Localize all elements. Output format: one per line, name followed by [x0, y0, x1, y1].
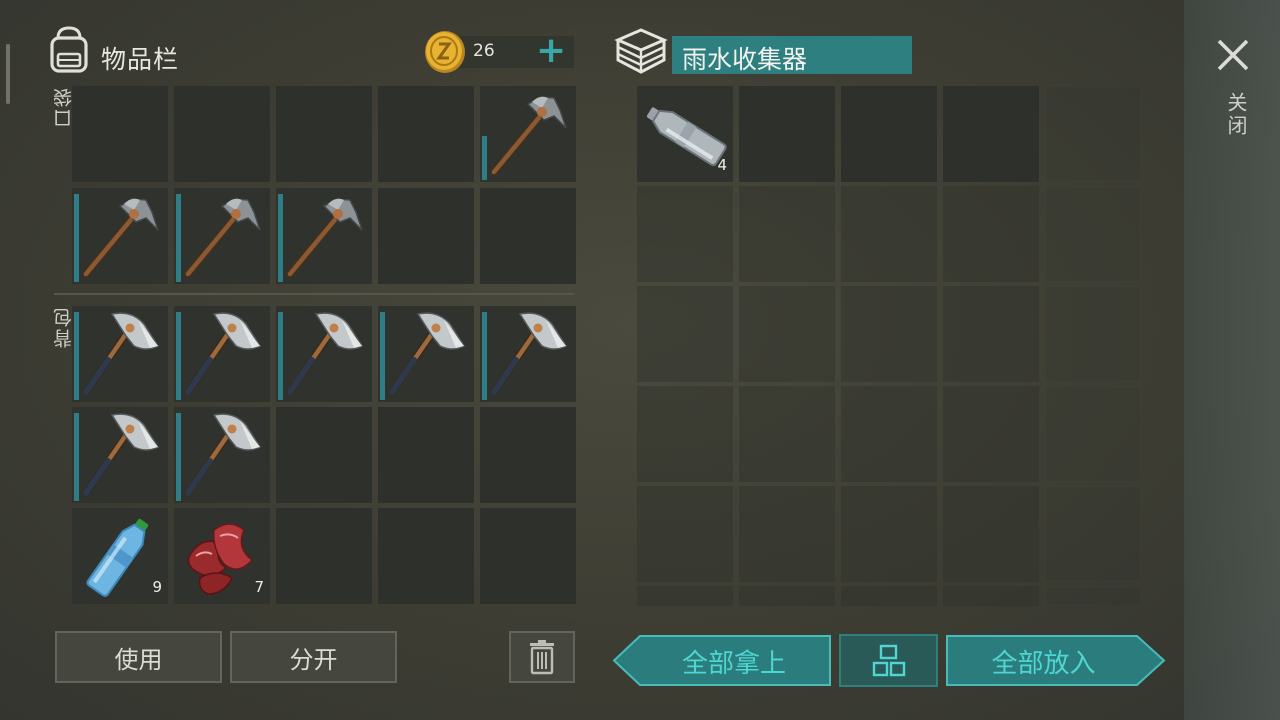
- durability-bar: [482, 136, 487, 180]
- split-button[interactable]: 分开: [230, 631, 397, 683]
- coin-balance: 26 +: [420, 28, 576, 74]
- durability-bar: [74, 194, 79, 282]
- container-title-bar: 雨水收集器: [672, 36, 912, 74]
- backpack-slot[interactable]: [378, 508, 474, 604]
- durability-bar: [176, 194, 181, 282]
- backpack-slot[interactable]: [174, 306, 270, 402]
- container-slot[interactable]: [1045, 86, 1141, 182]
- rain-collector-icon: [614, 26, 668, 76]
- durability-bar: [482, 312, 487, 400]
- durability-bar: [74, 413, 79, 501]
- backpack-slot[interactable]: [378, 306, 474, 402]
- backpack-slot[interactable]: [276, 508, 372, 604]
- backpack-slot[interactable]: 7: [174, 508, 270, 604]
- pocket-slot[interactable]: [72, 86, 168, 182]
- container-slot[interactable]: [1045, 586, 1141, 606]
- section-divider: [54, 293, 574, 295]
- durability-bar: [278, 194, 283, 282]
- container-slot[interactable]: [943, 486, 1039, 582]
- container-slot[interactable]: [943, 286, 1039, 382]
- pocket-slot[interactable]: [378, 86, 474, 182]
- close-button[interactable]: [1216, 38, 1250, 72]
- trash-icon: [530, 640, 554, 675]
- pocket-slot[interactable]: [174, 86, 270, 182]
- container-slot[interactable]: [1045, 286, 1141, 382]
- container-slot[interactable]: [943, 586, 1039, 606]
- use-button[interactable]: 使用: [55, 631, 222, 683]
- durability-bar: [278, 312, 283, 400]
- backpack-icon: [46, 24, 92, 74]
- container-slot[interactable]: [1045, 486, 1141, 582]
- inventory-title: 物品栏: [101, 45, 180, 74]
- pocket-slot[interactable]: [72, 188, 168, 284]
- container-slot[interactable]: [739, 86, 835, 182]
- backpack-slot[interactable]: [72, 407, 168, 503]
- container-slot[interactable]: [739, 586, 835, 606]
- close-label[interactable]: 关闭: [1222, 92, 1251, 138]
- close-icon: [1217, 39, 1249, 71]
- backpack-slot[interactable]: [480, 306, 576, 402]
- put-all-button[interactable]: 全部放入: [945, 634, 1166, 688]
- durability-bar: [176, 312, 181, 400]
- pocket-slot[interactable]: [276, 86, 372, 182]
- backpack-slot[interactable]: [174, 407, 270, 503]
- durability-bar: [176, 413, 181, 501]
- trash-button[interactable]: [509, 631, 575, 683]
- take-all-label: 全部拿上: [681, 648, 786, 679]
- take-all-button[interactable]: 全部拿上: [612, 634, 832, 688]
- container-slot[interactable]: [637, 386, 733, 482]
- container-slot[interactable]: [1045, 186, 1141, 282]
- pocket-slot[interactable]: [480, 86, 576, 182]
- container-slot[interactable]: [943, 186, 1039, 282]
- pocket-slot[interactable]: [378, 188, 474, 284]
- container-slot[interactable]: [739, 386, 835, 482]
- container-slot[interactable]: [739, 486, 835, 582]
- container-slot[interactable]: [841, 486, 937, 582]
- sort-button[interactable]: [839, 634, 938, 687]
- container-slot[interactable]: [637, 186, 733, 282]
- backpack-slot[interactable]: [276, 407, 372, 503]
- container-slot[interactable]: [739, 186, 835, 282]
- container-slot[interactable]: [637, 286, 733, 382]
- container-slot[interactable]: [943, 86, 1039, 182]
- container-slot[interactable]: [1045, 386, 1141, 482]
- container-title: 雨水收集器: [682, 45, 808, 74]
- pocket-slot[interactable]: [276, 188, 372, 284]
- add-coins-button[interactable]: +: [536, 31, 566, 71]
- coin-icon: [422, 28, 468, 74]
- backpack-slot[interactable]: [480, 508, 576, 604]
- backpack-slot[interactable]: [276, 306, 372, 402]
- item-quantity: 9: [152, 578, 162, 596]
- item-quantity: 7: [254, 578, 264, 596]
- put-all-label: 全部放入: [991, 648, 1096, 679]
- scrollbar[interactable]: [6, 44, 10, 104]
- container-slot[interactable]: [841, 386, 937, 482]
- container-slot[interactable]: [739, 286, 835, 382]
- backpack-slot[interactable]: [378, 407, 474, 503]
- container-slot[interactable]: [841, 86, 937, 182]
- durability-bar: [380, 312, 385, 400]
- pocket-slot[interactable]: [480, 188, 576, 284]
- backpack-slot[interactable]: [72, 306, 168, 402]
- container-slot[interactable]: [841, 586, 937, 606]
- container-slot[interactable]: [841, 286, 937, 382]
- durability-bar: [74, 312, 79, 400]
- item-quantity: 4: [717, 156, 727, 174]
- pocket-slot[interactable]: [174, 188, 270, 284]
- container-slot[interactable]: [841, 186, 937, 282]
- backpack-slot[interactable]: [480, 407, 576, 503]
- sort-icon: [872, 644, 905, 676]
- coin-count: 26: [473, 41, 495, 61]
- backpack-slot[interactable]: 9: [72, 508, 168, 604]
- container-slot[interactable]: [637, 486, 733, 582]
- container-slot[interactable]: [943, 386, 1039, 482]
- container-slot[interactable]: [637, 586, 733, 606]
- container-slot[interactable]: 4: [637, 86, 733, 182]
